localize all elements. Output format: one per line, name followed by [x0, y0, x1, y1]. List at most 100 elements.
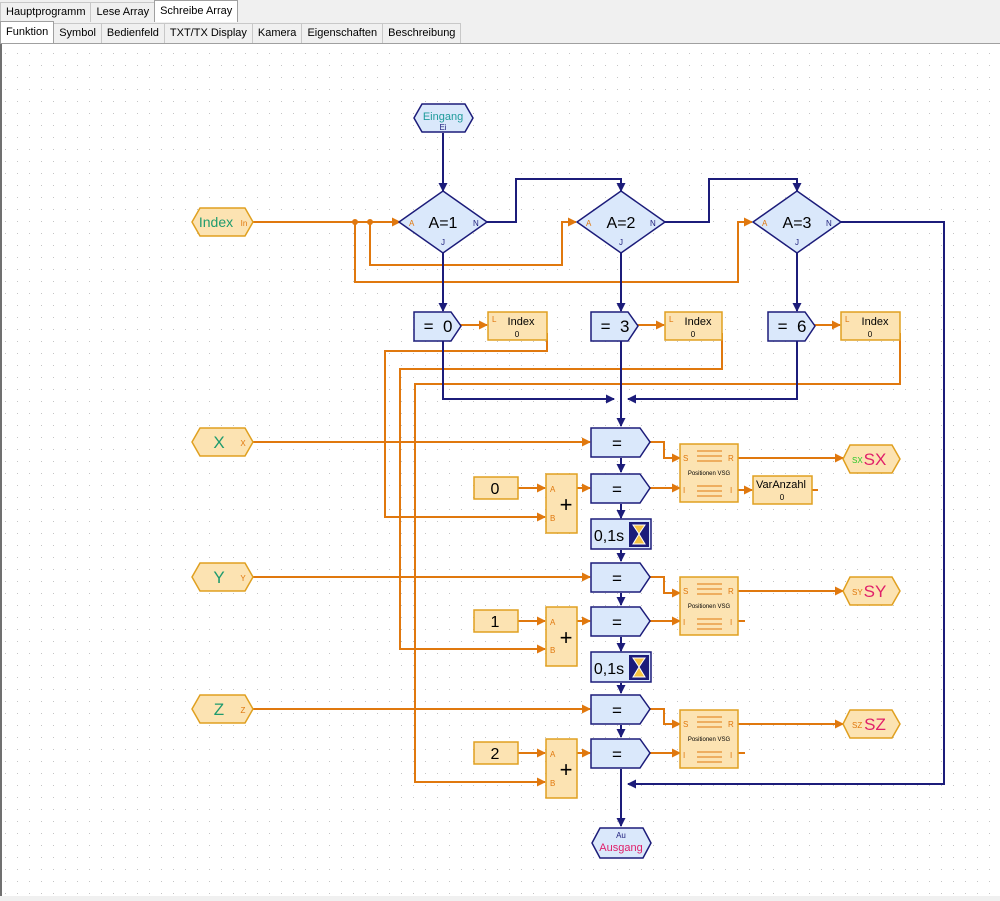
input-index-port: In: [241, 219, 248, 228]
list-port-r: R: [728, 587, 734, 596]
output-sx[interactable]: SX SX: [842, 444, 901, 474]
variable-index-2-value: 0: [691, 330, 696, 339]
exit-terminal[interactable]: Au Ausgang: [591, 827, 652, 859]
assign-counter-z[interactable]: =: [590, 738, 651, 769]
list-positionen-x-name: Positionen VSG: [688, 471, 731, 477]
plus-operator-2-label: +: [560, 625, 573, 650]
branch-a3-port-a: A: [762, 219, 768, 228]
assign-3[interactable]: = 3: [590, 311, 639, 342]
tab-lese-array[interactable]: Lese Array: [90, 2, 156, 22]
tab-beschreibung[interactable]: Beschreibung: [382, 23, 462, 43]
variable-index-3-port: L: [845, 315, 850, 324]
output-sz-port: SZ: [852, 721, 862, 730]
plus-operator-2-port-a: A: [550, 618, 556, 627]
variable-varanzahl-name: VarAnzahl: [756, 479, 806, 491]
input-z-label: Z: [214, 700, 224, 719]
assign-y[interactable]: =: [590, 562, 651, 593]
tab-schreibe-array[interactable]: Schreibe Array: [154, 0, 239, 22]
output-sz[interactable]: SZ SZ: [842, 709, 901, 739]
constant-0[interactable]: 0: [473, 476, 519, 500]
variable-varanzahl[interactable]: VarAnzahl 0: [752, 475, 813, 505]
plus-operator-3[interactable]: + A B: [545, 738, 578, 799]
tab-hauptprogramm[interactable]: Hauptprogramm: [0, 2, 92, 22]
tab-bedienfeld[interactable]: Bedienfeld: [100, 23, 165, 43]
tab-symbol[interactable]: Symbol: [53, 23, 102, 43]
variable-index-1[interactable]: L Index 0: [487, 311, 548, 341]
list-positionen-y-name: Positionen VSG: [688, 604, 731, 610]
output-sx-port: SX: [852, 456, 863, 465]
variable-index-1-name: Index: [508, 316, 535, 328]
assign-counter-x[interactable]: =: [590, 473, 651, 504]
list-port-r: R: [728, 454, 734, 463]
variable-index-2-port: L: [669, 315, 674, 324]
exit-port: Au: [616, 831, 626, 840]
list-positionen-z-name: Positionen VSG: [688, 737, 731, 743]
branch-a1-port-j: J: [441, 238, 445, 247]
plus-operator-2[interactable]: + A B: [545, 606, 578, 667]
list-port-r: R: [728, 720, 734, 729]
hourglass-icon: [629, 522, 649, 547]
assign-6[interactable]: = 6: [767, 311, 816, 342]
input-z-port: Z: [241, 706, 246, 715]
input-y[interactable]: Y Y: [191, 562, 254, 592]
hourglass-icon: [629, 655, 649, 680]
list-port-i-in: I: [683, 751, 685, 760]
wait-2[interactable]: 0,1s: [590, 651, 652, 683]
input-index[interactable]: Index In: [191, 207, 254, 237]
entry-label: Eingang: [423, 111, 463, 123]
assign-0[interactable]: = 0: [413, 311, 462, 342]
variable-varanzahl-value: 0: [780, 493, 785, 502]
constant-1[interactable]: 1: [473, 609, 519, 633]
list-port-s: S: [683, 454, 688, 463]
branch-a3-port-n: N: [826, 219, 832, 228]
tab-txt-tx-display[interactable]: TXT/TX Display: [163, 23, 253, 43]
plus-operator-1[interactable]: + A B: [545, 473, 578, 534]
output-sz-label: SZ: [864, 715, 886, 734]
list-positionen-z[interactable]: Positionen VSG S R I I: [679, 709, 739, 769]
input-z[interactable]: Z Z: [191, 694, 254, 724]
assign-counter-x-label: =: [612, 480, 622, 499]
list-port-i-in: I: [683, 618, 685, 627]
branch-a1-cond: A=1: [429, 215, 458, 232]
input-y-port: Y: [240, 574, 246, 583]
list-positionen-y[interactable]: Positionen VSG S R I I: [679, 576, 739, 636]
tab-kamera[interactable]: Kamera: [251, 23, 303, 43]
input-index-label: Index: [199, 214, 233, 230]
constant-2-value: 2: [491, 746, 500, 763]
sub-tab-bar: Funktion Symbol Bedienfeld TXT/TX Displa…: [0, 21, 1000, 44]
plus-operator-1-port-a: A: [550, 485, 556, 494]
entry-port: Ei: [439, 123, 446, 132]
constant-2[interactable]: 2: [473, 741, 519, 765]
plus-operator-3-port-b: B: [550, 779, 555, 788]
plus-operator-1-label: +: [560, 492, 573, 517]
output-sy[interactable]: SY SY: [842, 576, 901, 606]
tab-funktion[interactable]: Funktion: [0, 21, 55, 43]
list-port-i-in: I: [683, 486, 685, 495]
variable-index-2[interactable]: L Index 0: [664, 311, 723, 341]
wait-1[interactable]: 0,1s: [590, 518, 652, 550]
main-tab-bar: Hauptprogramm Lese Array Schreibe Array: [0, 0, 1000, 23]
branch-a3-port-j: J: [795, 238, 799, 247]
input-x[interactable]: X X: [191, 427, 254, 457]
entry-terminal[interactable]: Eingang Ei: [413, 103, 474, 133]
tab-eigenschaften[interactable]: Eigenschaften: [301, 23, 384, 43]
variable-index-3[interactable]: L Index 0: [840, 311, 901, 341]
assign-counter-y-label: =: [612, 613, 622, 632]
program-canvas[interactable]: Eingang Ei Au Ausgang Index In X X Y Y Z…: [0, 44, 1000, 896]
assign-y-label: =: [612, 569, 622, 588]
list-port-i-out: I: [730, 486, 732, 495]
plus-operator-3-port-a: A: [550, 750, 556, 759]
assign-counter-y[interactable]: =: [590, 606, 651, 637]
branch-a1-port-n: N: [473, 219, 479, 228]
assign-z[interactable]: =: [590, 694, 651, 725]
output-sx-label: SX: [864, 450, 887, 469]
exit-label: Ausgang: [599, 842, 642, 854]
assign-x[interactable]: =: [590, 427, 651, 458]
input-y-label: Y: [213, 568, 224, 587]
branch-a2-cond: A=2: [607, 215, 636, 232]
branch-a1-port-a: A: [409, 219, 415, 228]
assign-0-label: = 0: [424, 317, 453, 336]
branch-a2-port-a: A: [586, 219, 592, 228]
list-positionen-x[interactable]: Positionen VSG S R I I: [679, 443, 739, 503]
variable-index-1-port: L: [492, 315, 497, 324]
